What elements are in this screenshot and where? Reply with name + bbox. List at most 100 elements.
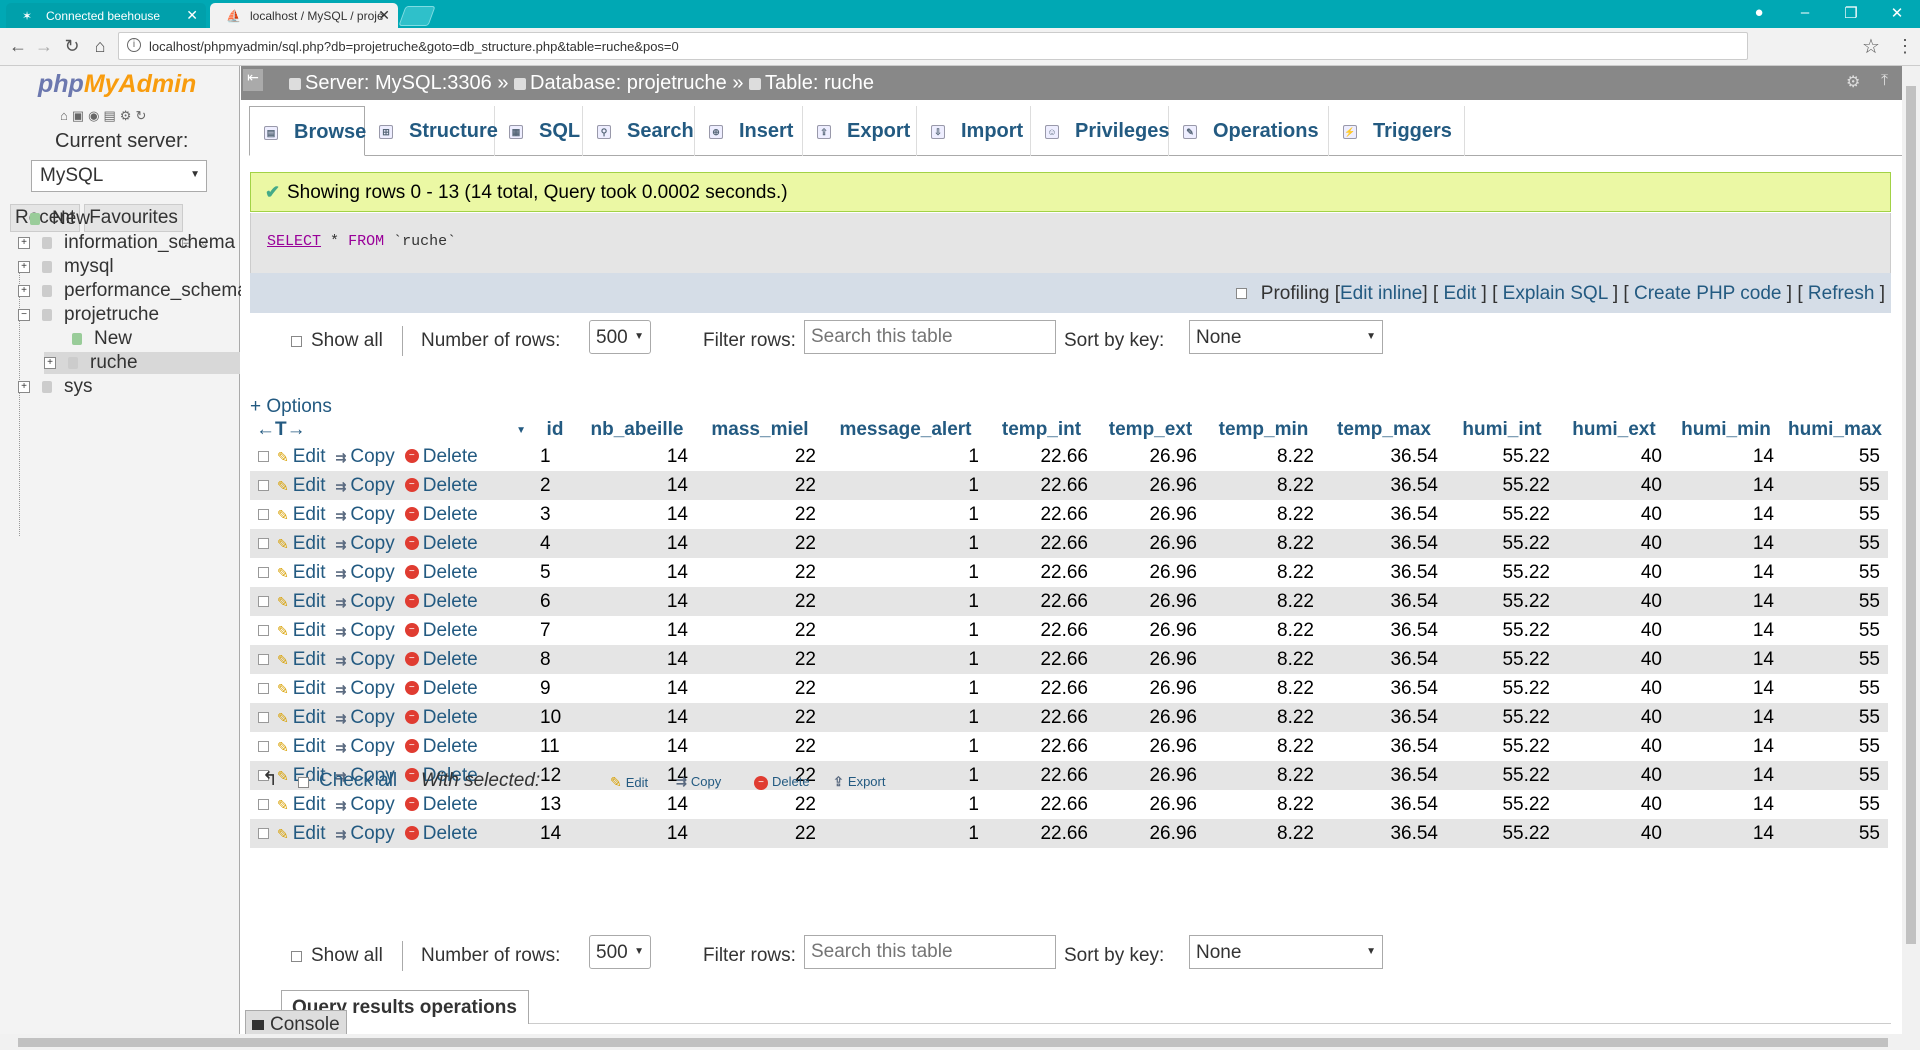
cell-mass-miel[interactable]: 22 [696, 587, 824, 616]
cell-humi-ext[interactable]: 40 [1558, 529, 1670, 558]
cell-message-alert[interactable]: 1 [824, 703, 987, 732]
settings-gear-icon[interactable]: ⚙ [1846, 72, 1860, 92]
row-delete-button[interactable]: − Delete [404, 823, 478, 844]
cell-mass-miel[interactable]: 22 [696, 471, 824, 500]
row-delete-button[interactable]: − Delete [404, 736, 478, 757]
check-all-checkbox[interactable] [298, 777, 309, 788]
row-edit-button[interactable]: ✎ Edit [277, 794, 325, 815]
show-all-checkbox[interactable] [291, 951, 302, 962]
cell-nb-abeille[interactable]: 14 [578, 703, 696, 732]
col-header-humi-max[interactable]: humi_max [1782, 418, 1888, 442]
url-field[interactable]: i localhost/phpmyadmin/sql.php?db=projet… [118, 32, 1748, 60]
minimize-icon[interactable]: – [1790, 4, 1820, 21]
settings-gear-icon[interactable]: ⚙ [120, 108, 136, 123]
cell-nb-abeille[interactable]: 14 [578, 529, 696, 558]
cell-mass-miel[interactable]: 22 [696, 732, 824, 761]
cell-temp-ext[interactable]: 26.96 [1096, 616, 1205, 645]
cell-temp-max[interactable]: 36.54 [1322, 645, 1446, 674]
tab-insert[interactable]: ⊕ Insert [695, 106, 803, 156]
cell-temp-int[interactable]: 22.66 [987, 500, 1096, 529]
cell-temp-max[interactable]: 36.54 [1322, 703, 1446, 732]
cell-id[interactable]: 8 [532, 645, 578, 674]
collapse-nav-icon[interactable]: ⇤ [243, 69, 263, 91]
cell-temp-ext[interactable]: 26.96 [1096, 471, 1205, 500]
scrollbar-thumb[interactable] [18, 1038, 1888, 1047]
row-checkbox[interactable] [258, 595, 269, 607]
cell-message-alert[interactable]: 1 [824, 819, 987, 848]
cell-humi-max[interactable]: 55 [1782, 819, 1888, 848]
tree-item-new[interactable]: New [30, 208, 90, 230]
back-icon[interactable]: ← [8, 36, 28, 56]
cell-temp-int[interactable]: 22.66 [987, 471, 1096, 500]
row-checkbox[interactable] [258, 798, 269, 810]
cell-humi-ext[interactable]: 40 [1558, 558, 1670, 587]
cell-humi-min[interactable]: 14 [1670, 819, 1782, 848]
cell-temp-max[interactable]: 36.54 [1322, 529, 1446, 558]
cell-nb-abeille[interactable]: 14 [578, 645, 696, 674]
cell-message-alert[interactable]: 1 [824, 471, 987, 500]
cell-humi-max[interactable]: 55 [1782, 732, 1888, 761]
tab-export[interactable]: ⇪ Export [803, 106, 917, 156]
options-link[interactable]: + Options [250, 396, 332, 418]
chevron-down-icon[interactable]: ▼ [516, 425, 526, 436]
cell-message-alert[interactable]: 1 [824, 558, 987, 587]
expand-icon[interactable]: + [44, 356, 56, 369]
cell-humi-ext[interactable]: 40 [1558, 471, 1670, 500]
column-resize-arrows[interactable]: ←T→ ▼ [250, 418, 532, 442]
tab-browse[interactable]: ▤ Browse [249, 106, 366, 156]
bulk-edit-button[interactable]: ✎ Edit [610, 774, 648, 791]
profiling-checkbox[interactable] [1235, 288, 1247, 300]
row-checkbox[interactable] [258, 508, 269, 520]
cell-humi-int[interactable]: 55.22 [1446, 529, 1558, 558]
cell-humi-int[interactable]: 55.22 [1446, 500, 1558, 529]
row-edit-button[interactable]: ✎ Edit [277, 446, 325, 467]
cell-humi-ext[interactable]: 40 [1558, 442, 1670, 471]
cell-humi-max[interactable]: 55 [1782, 645, 1888, 674]
cell-message-alert[interactable]: 1 [824, 587, 987, 616]
row-delete-button[interactable]: − Delete [404, 591, 478, 612]
row-delete-button[interactable]: − Delete [404, 707, 478, 728]
row-delete-button[interactable]: − Delete [404, 533, 478, 554]
cell-id[interactable]: 14 [532, 819, 578, 848]
cell-id[interactable]: 9 [532, 674, 578, 703]
cell-humi-ext[interactable]: 40 [1558, 732, 1670, 761]
forward-icon[interactable]: → [34, 36, 54, 56]
cell-temp-min[interactable]: 8.22 [1205, 732, 1322, 761]
row-edit-button[interactable]: ✎ Edit [277, 736, 325, 757]
cell-mass-miel[interactable]: 22 [696, 819, 824, 848]
cell-humi-int[interactable]: 55.22 [1446, 703, 1558, 732]
cell-temp-int[interactable]: 22.66 [987, 529, 1096, 558]
cell-temp-min[interactable]: 8.22 [1205, 500, 1322, 529]
row-copy-button[interactable]: ⇉ Copy [335, 678, 394, 699]
cell-id[interactable]: 4 [532, 529, 578, 558]
home-icon[interactable]: ⌂ [60, 108, 72, 123]
cell-message-alert[interactable]: 1 [824, 674, 987, 703]
check-all-label[interactable]: Check all [319, 770, 397, 792]
row-delete-button[interactable]: − Delete [404, 649, 478, 670]
cell-mass-miel[interactable]: 22 [696, 500, 824, 529]
cell-id[interactable]: 10 [532, 703, 578, 732]
row-copy-button[interactable]: ⇉ Copy [335, 736, 394, 757]
cell-temp-ext[interactable]: 26.96 [1096, 587, 1205, 616]
row-copy-button[interactable]: ⇉ Copy [335, 446, 394, 467]
cell-humi-ext[interactable]: 40 [1558, 500, 1670, 529]
cell-temp-ext[interactable]: 26.96 [1096, 732, 1205, 761]
collapse-icon[interactable]: − [18, 308, 30, 321]
cell-temp-min[interactable]: 8.22 [1205, 819, 1322, 848]
cell-humi-min[interactable]: 14 [1670, 645, 1782, 674]
col-header-id[interactable]: id [532, 418, 578, 442]
cell-humi-min[interactable]: 14 [1670, 471, 1782, 500]
cell-temp-max[interactable]: 36.54 [1322, 616, 1446, 645]
cell-temp-max[interactable]: 36.54 [1322, 587, 1446, 616]
row-edit-button[interactable]: ✎ Edit [277, 823, 325, 844]
row-copy-button[interactable]: ⇉ Copy [335, 823, 394, 844]
row-checkbox[interactable] [258, 711, 269, 723]
cell-temp-min[interactable]: 8.22 [1205, 442, 1322, 471]
cell-message-alert[interactable]: 1 [824, 529, 987, 558]
row-delete-button[interactable]: − Delete [404, 794, 478, 815]
row-edit-button[interactable]: ✎ Edit [277, 678, 325, 699]
cell-temp-int[interactable]: 22.66 [987, 703, 1096, 732]
cell-nb-abeille[interactable]: 14 [578, 587, 696, 616]
cell-humi-ext[interactable]: 40 [1558, 819, 1670, 848]
cell-humi-min[interactable]: 14 [1670, 442, 1782, 471]
